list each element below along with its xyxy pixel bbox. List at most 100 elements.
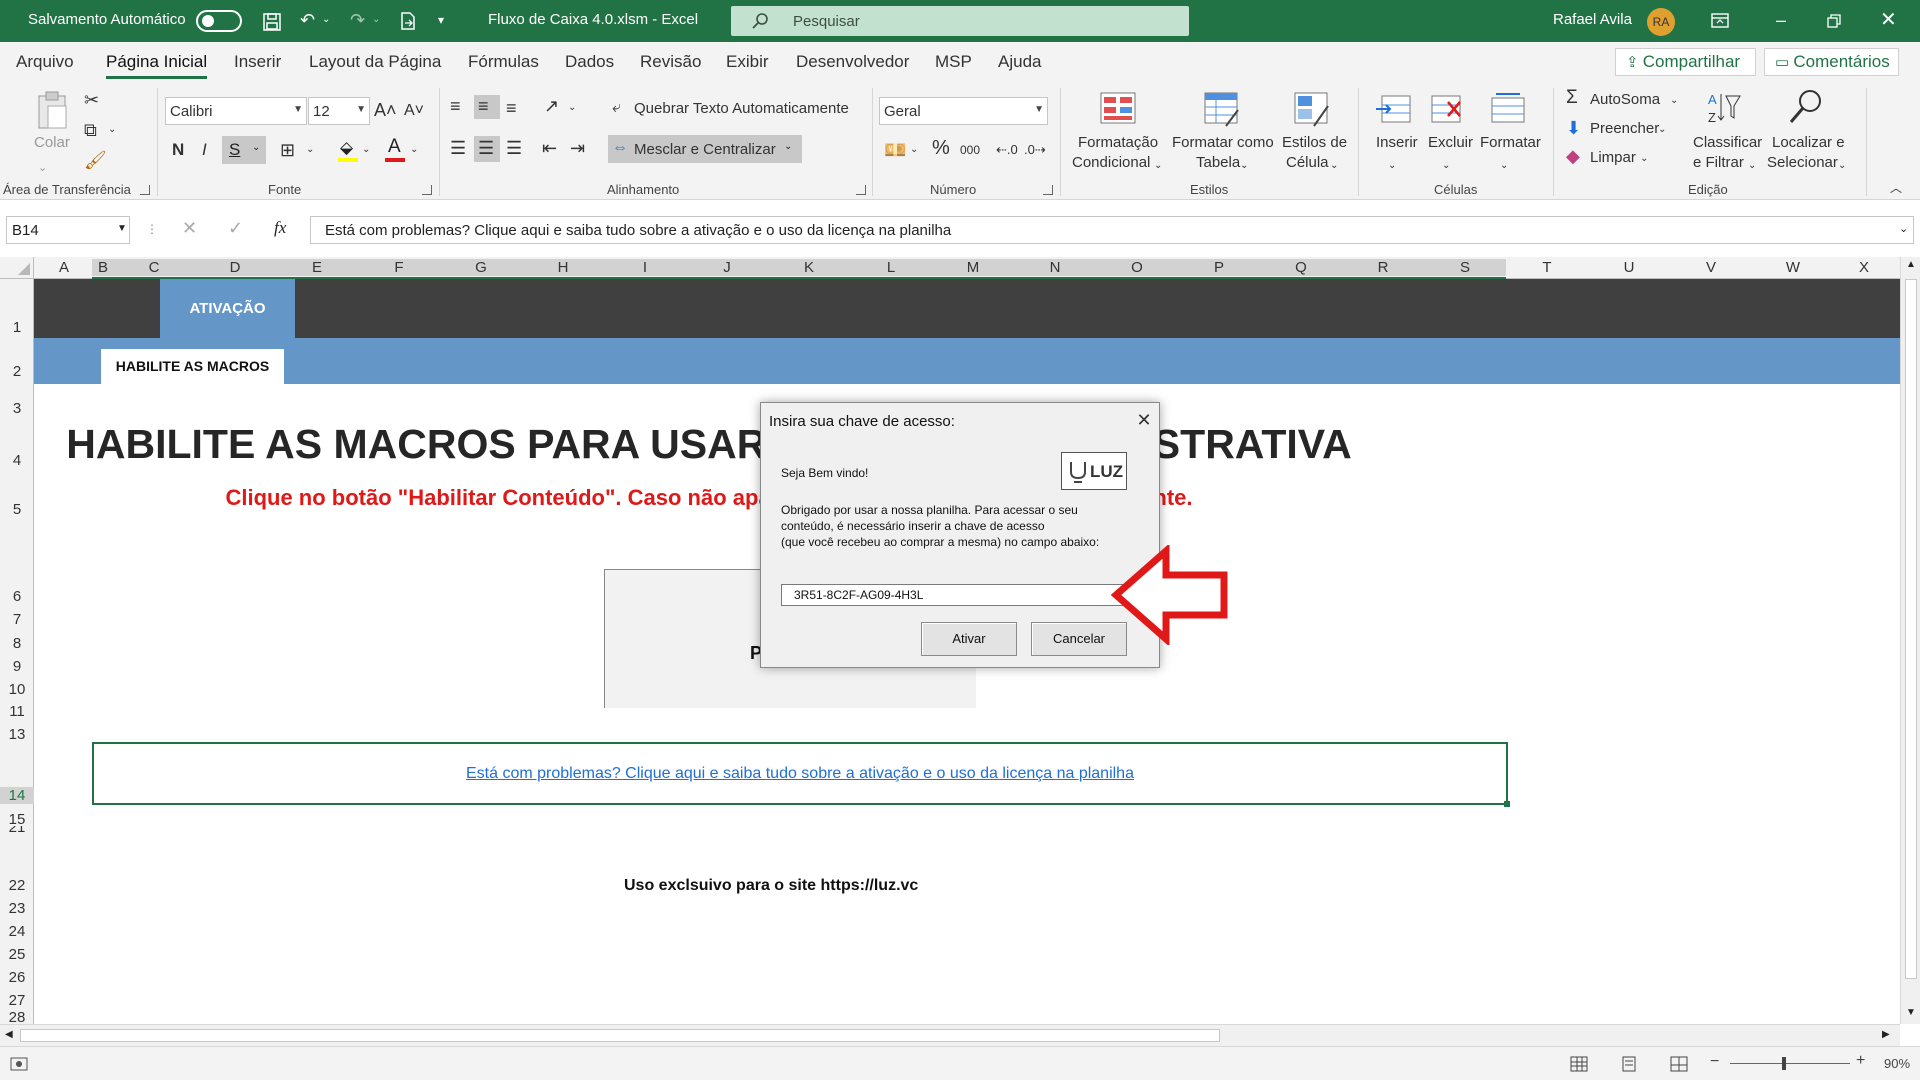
chevron-down-icon[interactable]: ⌄ [1658, 120, 1666, 140]
confirm-entry-icon[interactable]: ✓ [228, 218, 243, 239]
column-header[interactable]: C [114, 259, 194, 276]
chevron-down-icon[interactable]: ⌄ [1388, 156, 1396, 176]
accounting-dropdown-icon[interactable]: ⌄ [910, 140, 918, 160]
row-header[interactable]: 2 [0, 363, 34, 380]
fill-label[interactable]: Preencher [1590, 120, 1659, 137]
font-size-select[interactable]: 12 ▼ [308, 97, 370, 125]
grow-font-icon[interactable]: A˄ [374, 100, 397, 121]
find-select-icon[interactable] [1788, 88, 1824, 124]
ribbon-display-icon[interactable] [1710, 12, 1730, 30]
autosave-toggle[interactable] [196, 10, 242, 32]
sort-filter-icon[interactable]: AZ [1706, 90, 1742, 126]
shrink-font-icon[interactable]: A˅ [404, 102, 424, 120]
format-cells-label[interactable]: Formatar [1480, 134, 1541, 151]
row-header[interactable]: 4 [0, 452, 34, 469]
column-header[interactable]: H [522, 259, 604, 276]
increase-indent-icon[interactable]: ⇥ [570, 138, 585, 158]
zoom-slider-thumb[interactable] [1782, 1057, 1786, 1070]
fill-color-dropdown-icon[interactable]: ⌄ [362, 140, 370, 160]
zoom-out-icon[interactable]: − [1710, 1053, 1719, 1071]
borders-dropdown-icon[interactable]: ⌄ [306, 140, 314, 160]
page-break-view-icon[interactable] [1670, 1056, 1688, 1072]
row-header[interactable]: 26 [0, 969, 34, 986]
paste-label[interactable]: Colar [34, 134, 70, 151]
borders-icon[interactable]: ⊞ [280, 140, 295, 160]
row-header[interactable]: 5 [0, 501, 34, 518]
conditional-formatting-label-2[interactable]: Condicional [1072, 154, 1150, 171]
increase-decimal-icon[interactable]: ⇠.0 [996, 140, 1018, 160]
conditional-formatting-label-1[interactable]: Formatação [1078, 134, 1158, 151]
page-layout-view-icon[interactable] [1620, 1056, 1638, 1072]
clear-label[interactable]: Limpar [1590, 149, 1636, 166]
delete-cells-icon[interactable] [1430, 92, 1466, 128]
align-center-button[interactable]: ☰ [474, 136, 500, 162]
column-header[interactable]: S [1424, 259, 1506, 276]
avatar[interactable]: RA [1647, 8, 1675, 36]
row-header[interactable]: 6 [0, 588, 34, 605]
chevron-down-icon[interactable]: ⌄ [1748, 156, 1756, 176]
row-header[interactable]: 22 [0, 877, 34, 894]
column-header[interactable]: X [1834, 259, 1894, 276]
horizontal-scrollbar[interactable]: ◀ ▶ [0, 1024, 1900, 1046]
row-header[interactable]: 14 [0, 787, 34, 804]
row-header[interactable]: 23 [0, 900, 34, 917]
align-top-icon[interactable]: ≡ [450, 96, 461, 116]
tab-ajuda[interactable]: Ajuda [998, 52, 1041, 72]
row-header[interactable]: 25 [0, 946, 34, 963]
scroll-right-icon[interactable]: ▶ [1882, 1029, 1890, 1040]
column-header[interactable]: R [1342, 259, 1424, 276]
merge-center-button[interactable]: ⇔ Mesclar e Centralizar ⌄ [608, 135, 802, 163]
fill-down-icon[interactable]: ⬇ [1566, 118, 1581, 138]
row-header[interactable]: 3 [0, 400, 34, 417]
alignment-launcher-icon[interactable] [856, 185, 866, 195]
row-header[interactable]: 24 [0, 923, 34, 940]
autosum-icon[interactable]: Σ [1566, 88, 1578, 108]
thousands-separator-button[interactable]: 000 [960, 143, 980, 157]
clipboard-launcher-icon[interactable] [140, 185, 150, 195]
row-header[interactable]: 11 [0, 703, 34, 720]
underline-button[interactable]: S ⌄ [222, 136, 266, 164]
tab-msp[interactable]: MSP [935, 52, 972, 72]
restore-icon[interactable] [1826, 13, 1842, 29]
paste-dropdown-icon[interactable]: ⌄ [38, 158, 47, 178]
vertical-scroll-thumb[interactable] [1905, 279, 1917, 979]
formula-input[interactable]: Está com problemas? Clique aqui e saiba … [310, 216, 1914, 244]
horizontal-scroll-thumb[interactable] [20, 1029, 1220, 1042]
conditional-formatting-icon[interactable] [1100, 92, 1136, 128]
paste-icon[interactable] [36, 90, 70, 132]
redo-dropdown-icon[interactable]: ⌄ [372, 8, 380, 32]
column-header[interactable]: B [92, 259, 114, 276]
format-as-table-icon[interactable] [1204, 92, 1240, 128]
find-select-label-2[interactable]: Selecionar [1767, 154, 1838, 171]
column-header[interactable]: U [1588, 259, 1670, 276]
insert-function-icon[interactable]: fx [274, 218, 286, 238]
decrease-decimal-icon[interactable]: .0⇢ [1024, 140, 1046, 160]
cancel-entry-icon[interactable]: ✕ [182, 218, 197, 239]
tab-layout-da-pagina[interactable]: Layout da Página [309, 52, 441, 72]
tab-inserir[interactable]: Inserir [234, 52, 281, 72]
bold-button[interactable]: N [172, 140, 184, 160]
scroll-up-icon[interactable]: ▲ [1906, 259, 1916, 270]
tab-revisao[interactable]: Revisão [640, 52, 701, 72]
zoom-slider[interactable] [1730, 1063, 1850, 1064]
insert-cells-icon[interactable] [1376, 92, 1412, 128]
column-header[interactable]: Q [1260, 259, 1342, 276]
column-header[interactable]: O [1096, 259, 1178, 276]
comments-button[interactable]: ▭ Comentários [1764, 48, 1899, 76]
column-header[interactable]: M [932, 259, 1014, 276]
align-middle-button[interactable]: ≡ [474, 95, 500, 119]
column-header[interactable]: K [768, 259, 850, 276]
format-as-table-label-2[interactable]: Tabela [1196, 154, 1240, 171]
activate-button[interactable]: Ativar [921, 622, 1017, 656]
chevron-down-icon[interactable]: ⌄ [1154, 156, 1162, 176]
zoom-in-icon[interactable]: + [1856, 1052, 1865, 1070]
undo-icon[interactable]: ↶ [300, 8, 315, 32]
collapse-ribbon-icon[interactable]: ︿ [1890, 178, 1902, 198]
redo-icon[interactable]: ↷ [350, 8, 365, 32]
share-button[interactable]: ⇪ Compartilhar [1615, 48, 1756, 76]
vertical-scrollbar[interactable]: ▲ ▼ [1900, 257, 1920, 1024]
chevron-down-icon[interactable]: ⌄ [1640, 149, 1648, 169]
column-header[interactable]: T [1506, 259, 1588, 276]
minimize-icon[interactable]: – [1776, 8, 1786, 32]
sort-filter-label-2[interactable]: e Filtrar [1693, 154, 1744, 171]
